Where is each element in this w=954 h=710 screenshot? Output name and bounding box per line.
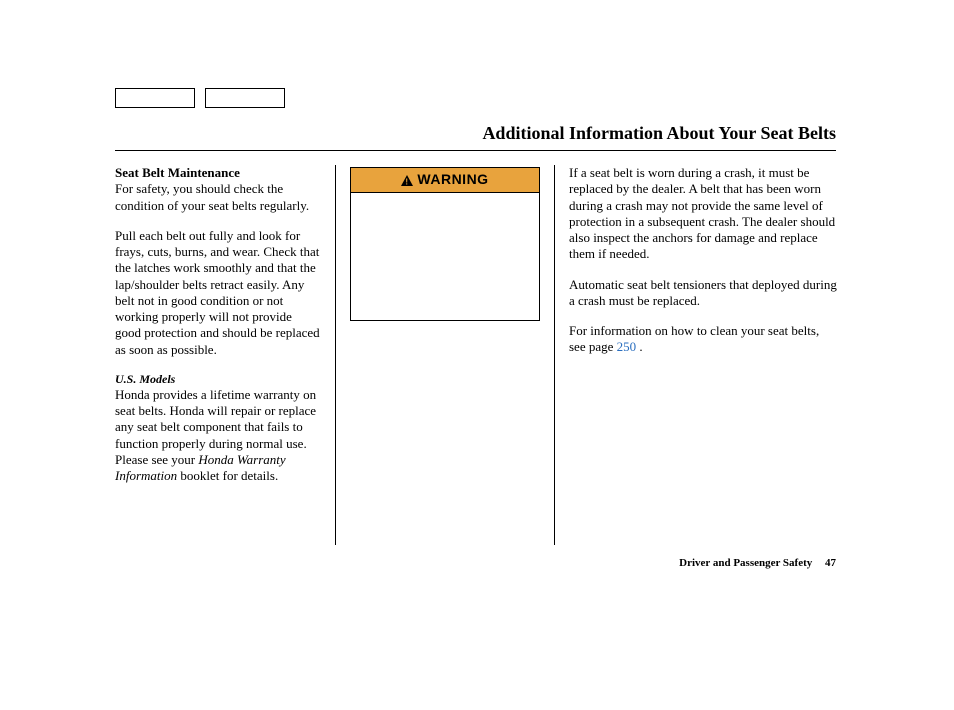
manual-page: Additional Information About Your Seat B… xyxy=(0,0,954,710)
svg-text:!: ! xyxy=(406,177,409,186)
warning-triangle-icon: ! xyxy=(401,175,413,186)
page-title: Additional Information About Your Seat B… xyxy=(482,123,836,144)
paragraph: For information on how to clean your sea… xyxy=(569,323,838,356)
section-heading: Seat Belt Maintenance xyxy=(115,165,321,181)
top-button-row xyxy=(115,88,285,108)
warning-label: WARNING xyxy=(417,171,488,187)
top-button-1[interactable] xyxy=(115,88,195,108)
footer-page-number: 47 xyxy=(825,557,836,569)
text: For information on how to clean your sea… xyxy=(569,323,819,354)
page-footer: Driver and Passenger Safety 47 xyxy=(679,557,836,569)
footer-section: Driver and Passenger Safety xyxy=(679,557,812,569)
paragraph: Automatic seat belt tensioners that depl… xyxy=(569,277,838,310)
paragraph: If a seat belt is worn during a crash, i… xyxy=(569,165,838,263)
title-divider xyxy=(115,150,836,151)
paragraph: Honda provides a lifetime warranty on se… xyxy=(115,387,321,485)
column-right: If a seat belt is worn during a crash, i… xyxy=(555,165,838,545)
warning-header: ! WARNING xyxy=(351,168,539,193)
content-columns: Seat Belt Maintenance For safety, you sh… xyxy=(115,165,838,545)
paragraph: For safety, you should check the conditi… xyxy=(115,181,321,214)
subheading-us-models: U.S. Models xyxy=(115,372,321,387)
column-middle: ! WARNING xyxy=(335,165,555,545)
page-link[interactable]: 250 xyxy=(617,339,637,354)
text: . xyxy=(636,339,643,354)
top-button-2[interactable] xyxy=(205,88,285,108)
text: booklet for details. xyxy=(177,468,278,483)
column-left: Seat Belt Maintenance For safety, you sh… xyxy=(115,165,335,545)
warning-box: ! WARNING xyxy=(350,167,540,321)
paragraph: Pull each belt out fully and look for fr… xyxy=(115,228,321,358)
